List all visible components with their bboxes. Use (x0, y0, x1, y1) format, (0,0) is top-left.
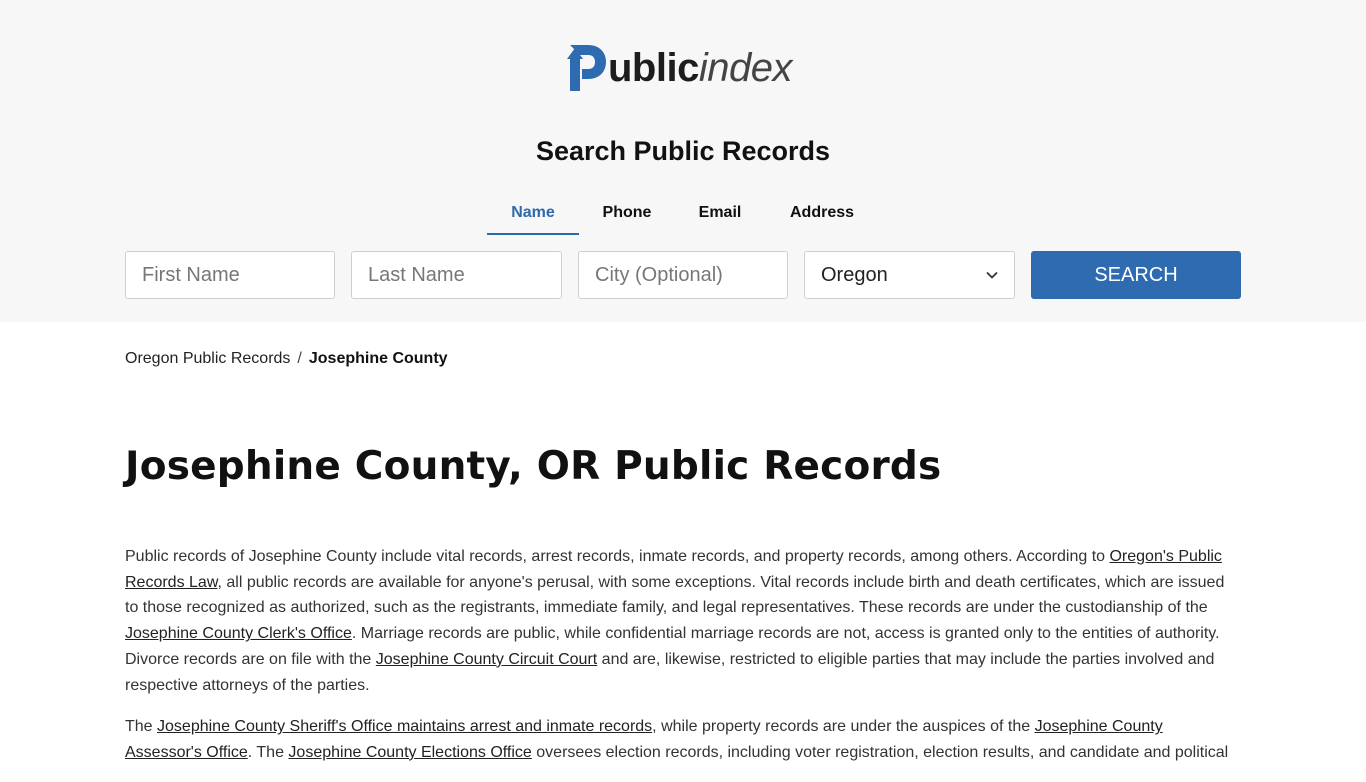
text-segment: Public records of Josephine County inclu… (125, 548, 1110, 565)
state-select[interactable]: Oregon (804, 251, 1015, 299)
state-select-value: Oregon (821, 263, 888, 286)
text-segment: , all public records are available for a… (125, 573, 1225, 617)
breadcrumb-oregon-public-records[interactable]: Oregon Public Records (125, 350, 290, 368)
text-segment: , while property records are under the a… (652, 718, 1035, 736)
breadcrumb-current: Josephine County (308, 350, 448, 367)
text-segment: . The (247, 743, 289, 761)
chevron-down-icon (986, 271, 998, 279)
breadcrumb-separator: / (297, 350, 302, 367)
link-sheriffs-office[interactable]: Josephine County Sheriff's Office mainta… (157, 718, 652, 735)
page-title: Josephine County, OR Public Records (125, 444, 942, 489)
link-elections-office[interactable]: Josephine County Elections Office (288, 744, 531, 761)
search-button[interactable]: SEARCH (1031, 251, 1241, 299)
search-header: ublicindex Search Public Records Name Ph… (0, 0, 1366, 322)
logo-text-public: ublic (608, 46, 699, 90)
text-segment: The (125, 718, 158, 736)
text-segment: oversees election records, including vot… (531, 743, 1229, 761)
city-input[interactable] (578, 251, 788, 299)
paragraph-intro: Public records of Josephine County inclu… (125, 544, 1241, 698)
public-index-logo[interactable]: ublicindex (566, 38, 806, 96)
link-clerks-office[interactable]: Josephine County Clerk's Office (125, 625, 352, 642)
paragraph-agencies: The Josephine County Sheriff's Office ma… (125, 714, 1241, 765)
tab-name[interactable]: Name (487, 196, 579, 235)
logo-arrow-icon (567, 45, 606, 91)
link-circuit-court[interactable]: Josephine County Circuit Court (376, 651, 597, 668)
first-name-input[interactable] (125, 251, 335, 299)
tab-phone[interactable]: Phone (579, 196, 675, 235)
article-body: Public records of Josephine County inclu… (125, 544, 1241, 782)
logo-wordmark: ublicindex (608, 48, 792, 88)
search-title: Search Public Records (535, 136, 831, 166)
breadcrumb: Oregon Public Records / Josephine County (125, 350, 448, 368)
tab-email[interactable]: Email (675, 196, 765, 235)
search-tabs: Name Phone Email Address (487, 196, 879, 236)
logo-text-index: index (698, 46, 793, 90)
last-name-input[interactable] (351, 251, 562, 299)
tab-address[interactable]: Address (765, 196, 879, 235)
